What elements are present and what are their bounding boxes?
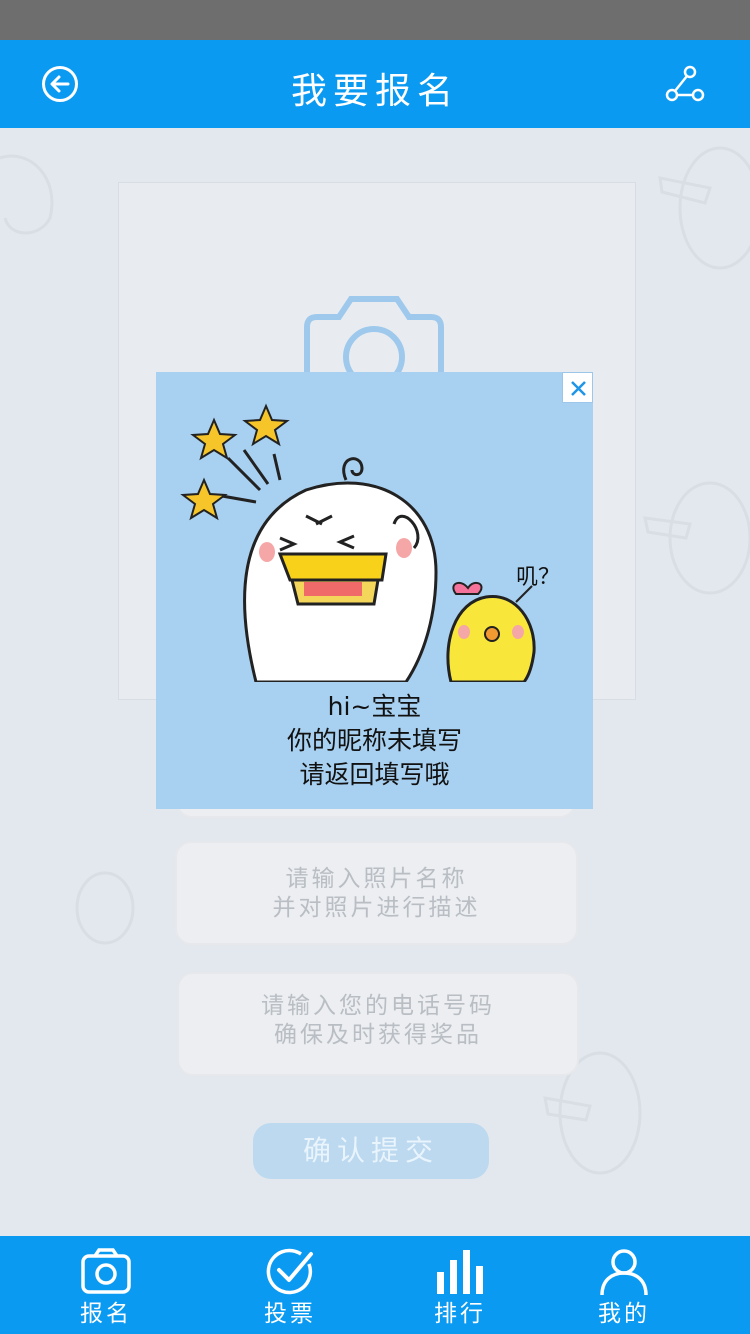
- nav-bar: 我要报名: [0, 40, 750, 128]
- phone-placeholder-line-2: 确保及时获得奖品: [274, 1022, 482, 1048]
- popup-message-line-3: 请返回填写哦: [299, 760, 450, 789]
- user-icon: [600, 1249, 648, 1296]
- popup-message-line-1: hi~宝宝: [327, 692, 422, 721]
- close-icon: [571, 381, 586, 396]
- tab-ranking[interactable]: 排行: [400, 1236, 520, 1334]
- tab-mine-label: 我的: [598, 1301, 650, 1327]
- tab-ranking-label: 排行: [434, 1301, 486, 1327]
- popup-close-button[interactable]: [562, 372, 593, 403]
- duck-doodle-icon: [658, 146, 750, 270]
- camera-icon: [81, 1248, 131, 1294]
- popup-message-line-2: 你的昵称未填写: [286, 726, 462, 755]
- duck-doodle-icon: [0, 154, 54, 235]
- tab-bar: 报名 投票 排行 我的: [0, 1236, 750, 1334]
- phone-field[interactable]: 请输入您的电话号码 确保及时获得奖品: [177, 972, 579, 1076]
- tab-vote-label: 投票: [264, 1301, 316, 1327]
- missing-nickname-popup: 叽？ hi~宝宝 你的昵称未填写 请返回填写哦: [156, 372, 593, 809]
- popup-message: hi~宝宝 你的昵称未填写 请返回填写哦: [156, 690, 593, 792]
- photo-description-field[interactable]: 请输入照片名称 并对照片进行描述: [175, 841, 578, 945]
- status-bar: [0, 0, 750, 40]
- submit-button[interactable]: 确认提交: [253, 1123, 489, 1179]
- share-icon[interactable]: [664, 64, 706, 104]
- duck-doodle-icon: [75, 871, 135, 945]
- duck-doodle-icon: [643, 481, 750, 595]
- check-circle-icon: [266, 1248, 313, 1295]
- photo-description-placeholder-line-2: 并对照片进行描述: [272, 895, 481, 921]
- phone-placeholder-line-1: 请输入您的电话号码: [261, 993, 495, 1019]
- duck-illustration: 叽？: [180, 403, 560, 682]
- tab-signup-label: 报名: [80, 1301, 132, 1327]
- bar-chart-icon: [437, 1250, 483, 1294]
- tab-mine[interactable]: 我的: [564, 1236, 684, 1334]
- popup-bubble-text: 叽？: [516, 565, 560, 590]
- tab-signup[interactable]: 报名: [46, 1236, 166, 1334]
- photo-description-placeholder-line-1: 请输入照片名称: [285, 866, 468, 892]
- tab-vote[interactable]: 投票: [230, 1236, 350, 1334]
- page-title: 我要报名: [290, 71, 459, 112]
